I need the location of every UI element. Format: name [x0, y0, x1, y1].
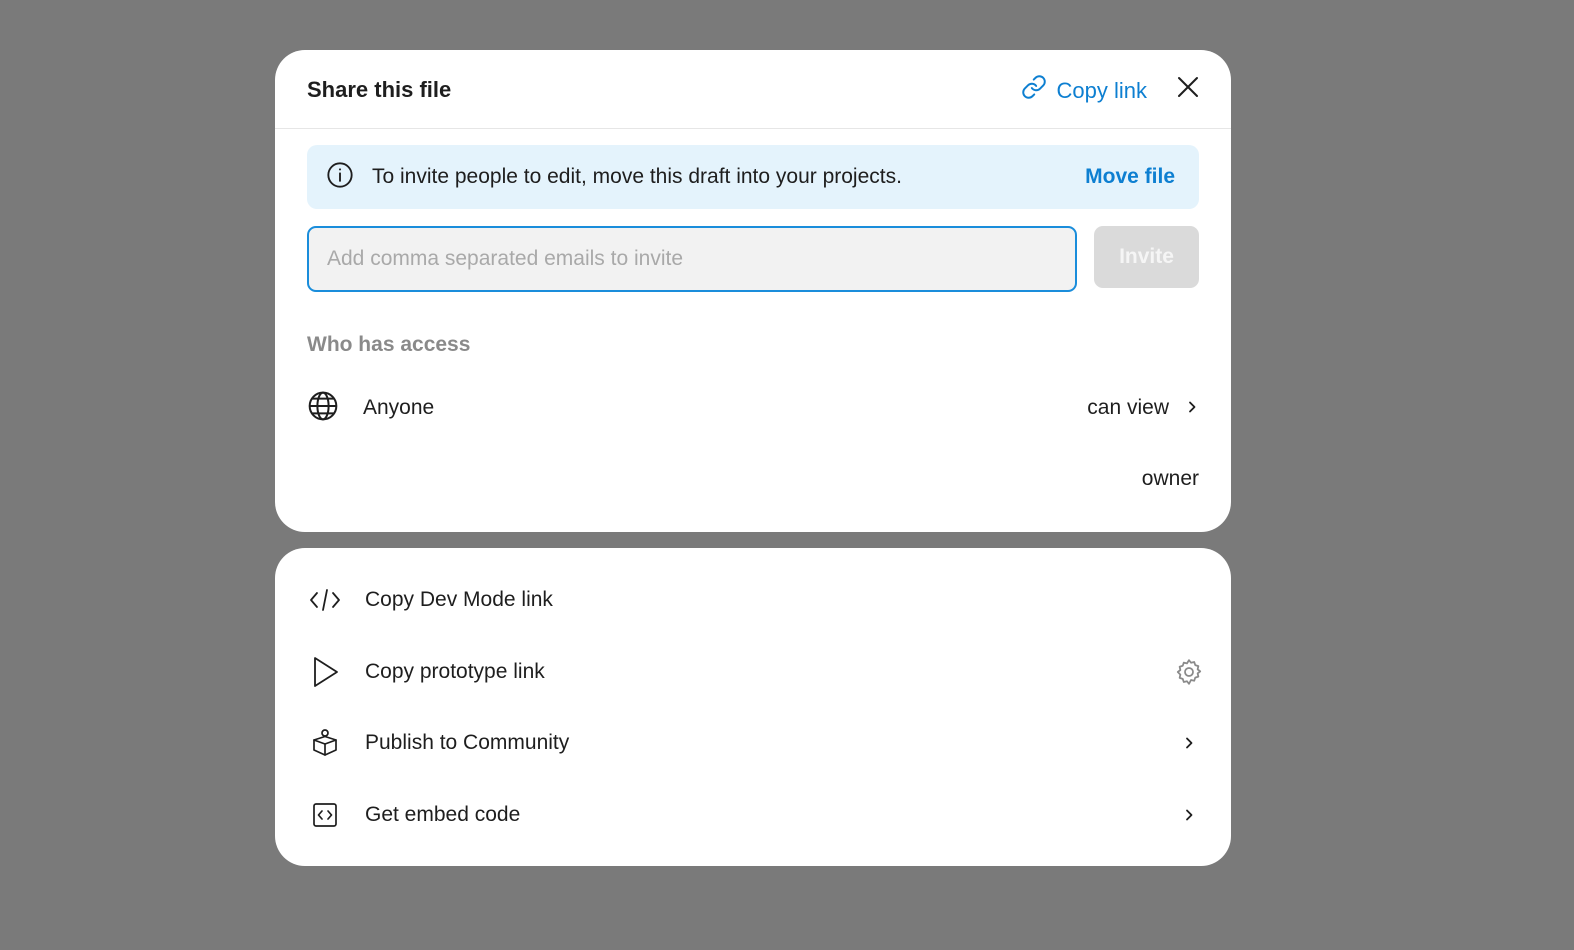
globe-icon	[307, 390, 339, 427]
access-name: Anyone	[363, 396, 435, 419]
invite-email-input[interactable]	[307, 226, 1077, 292]
get-embed-code-item[interactable]: Get embed code	[307, 795, 1207, 835]
copy-link-button[interactable]: Copy link	[1021, 74, 1147, 108]
link-icon	[1021, 74, 1047, 108]
action-label: Publish to Community	[365, 731, 570, 754]
info-icon	[326, 161, 354, 194]
publish-to-community-item[interactable]: Publish to Community	[307, 723, 1207, 763]
community-icon	[307, 725, 343, 761]
chevron-right-icon	[1171, 725, 1207, 761]
who-has-access-heading: Who has access	[307, 333, 471, 356]
code-icon	[307, 582, 343, 618]
close-icon	[1176, 75, 1200, 104]
close-button[interactable]	[1173, 74, 1203, 104]
action-label: Copy Dev Mode link	[365, 588, 553, 611]
dialog-title: Share this file	[307, 77, 452, 102]
move-file-link[interactable]: Move file	[1085, 165, 1175, 189]
embed-icon	[307, 797, 343, 833]
dialog-header: Share this file Copy link	[275, 50, 1231, 129]
move-draft-banner: To invite people to edit, move this draf…	[307, 145, 1199, 209]
copy-dev-mode-link-item[interactable]: Copy Dev Mode link	[307, 580, 1207, 620]
share-dialog: Share this file Copy link To invite peop…	[275, 50, 1231, 532]
banner-message: To invite people to edit, move this draf…	[372, 165, 902, 188]
permission-label: can view	[1087, 396, 1169, 419]
invite-button[interactable]: Invite	[1094, 226, 1199, 288]
play-icon	[307, 654, 343, 690]
owner-label: owner	[1141, 467, 1199, 490]
chevron-right-icon	[1185, 396, 1199, 420]
copy-link-label: Copy link	[1056, 78, 1147, 103]
access-row-anyone: Anyone can view	[307, 388, 1199, 428]
permission-dropdown[interactable]: can view	[1087, 396, 1199, 420]
copy-prototype-link-item[interactable]: Copy prototype link	[307, 652, 1207, 692]
action-label: Get embed code	[365, 803, 521, 826]
share-actions-panel: Copy Dev Mode link Copy prototype link P…	[275, 548, 1231, 866]
chevron-right-icon	[1171, 797, 1207, 833]
gear-icon[interactable]	[1171, 654, 1207, 690]
action-label: Copy prototype link	[365, 660, 545, 683]
